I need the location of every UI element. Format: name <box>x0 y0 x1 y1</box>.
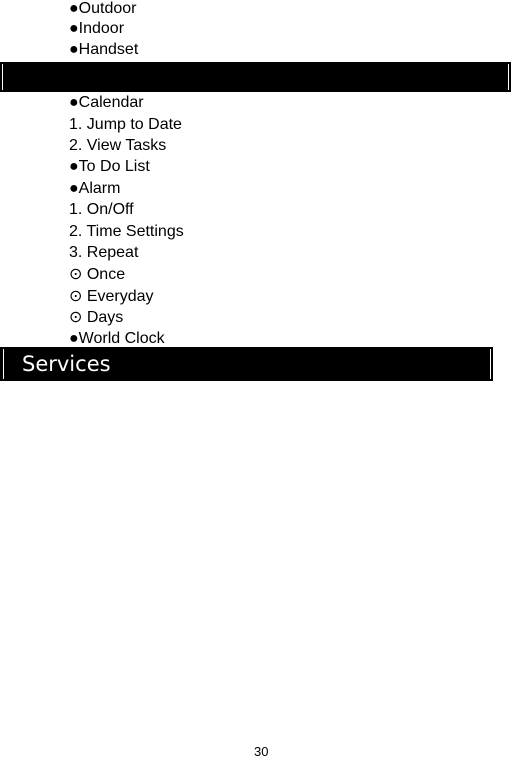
section-header-bar: Services <box>0 347 493 381</box>
list-item: ●World Clock <box>69 330 165 347</box>
list-item: ●To Do List <box>69 158 150 175</box>
list-item: 2. Time Settings <box>69 223 184 240</box>
list-item: 1. On/Off <box>69 201 134 218</box>
page-number: 30 <box>254 744 269 759</box>
section-header-bar <box>0 62 511 92</box>
list-item: ●Alarm <box>69 180 121 197</box>
list-item: 3. Repeat <box>69 244 139 261</box>
list-item: 1. Jump to Date <box>69 116 182 133</box>
list-item: ⊙ Everyday <box>69 288 154 305</box>
list-item: ⊙ Once <box>69 266 126 283</box>
list-item: ⊙ Days <box>69 309 124 326</box>
section-title: Services <box>22 352 111 376</box>
list-item: ●Indoor <box>69 20 125 37</box>
list-item: ●Outdoor <box>69 0 137 17</box>
list-item: ●Calendar <box>69 94 144 111</box>
list-item: 2. View Tasks <box>69 137 167 154</box>
list-item: ●Handset <box>69 41 139 58</box>
